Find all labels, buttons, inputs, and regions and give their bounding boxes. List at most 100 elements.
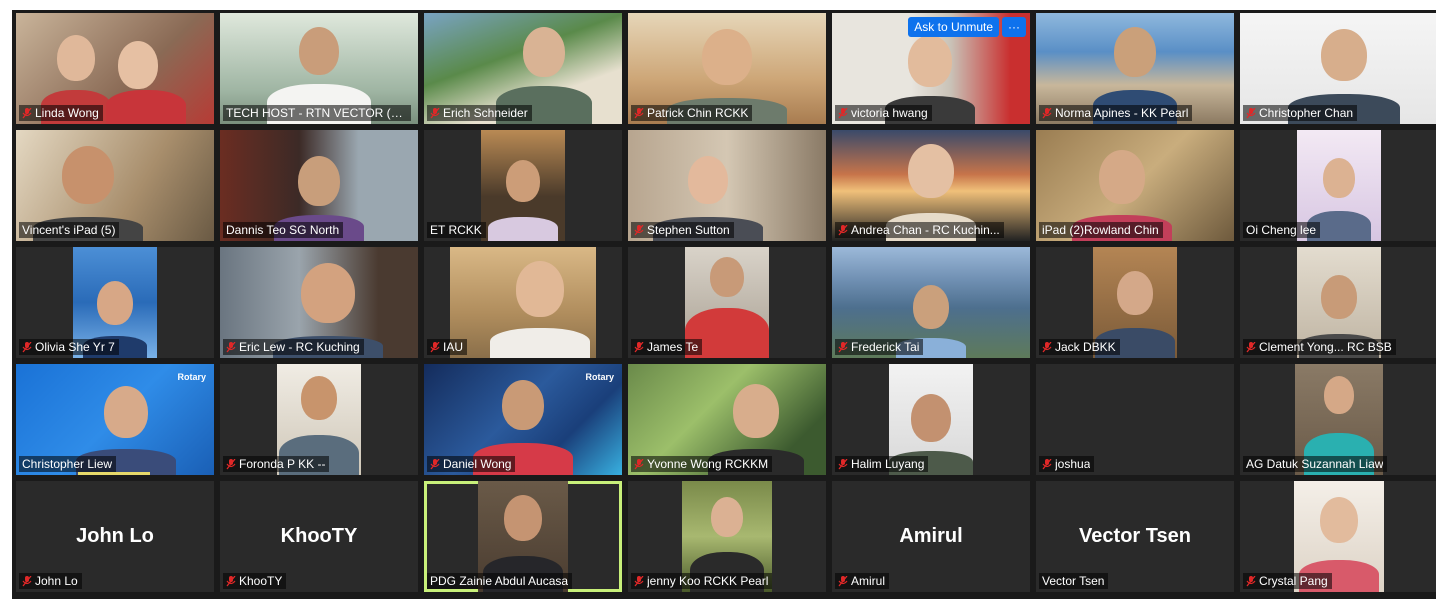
participant-name: Vector Tsen bbox=[1042, 574, 1105, 588]
more-options-button[interactable]: ··· bbox=[1002, 17, 1026, 37]
video-tile-suzannah-liaw[interactable]: AG Datuk Suzannah Liaw bbox=[1240, 364, 1436, 475]
participant-name: Patrick Chin RCKK bbox=[647, 106, 749, 120]
video-tile-dannis-teo[interactable]: Dannis Teo SG North bbox=[220, 130, 418, 241]
video-tile-zainie-aucasa[interactable]: PDG Zainie Abdul Aucasa bbox=[424, 481, 622, 592]
participant-name-tag: Vector Tsen bbox=[1039, 573, 1109, 589]
participant-name-tag: James Te bbox=[631, 339, 703, 355]
video-tile-iau[interactable]: IAU bbox=[424, 247, 622, 358]
video-tile-joshua[interactable]: joshua bbox=[1036, 364, 1234, 475]
participant-name: John Lo bbox=[35, 574, 78, 588]
participant-name-tag: Christopher Liew bbox=[19, 456, 117, 472]
participant-name-tag: jenny Koo RCKK Pearl bbox=[631, 573, 773, 589]
video-tile-christopher-liew[interactable]: Rotary Christopher Liew bbox=[16, 364, 214, 475]
video-tile-khooty[interactable]: KhooTY KhooTY bbox=[220, 481, 418, 592]
unmute-controls: Ask to Unmute ··· bbox=[908, 17, 1026, 37]
muted-mic-icon bbox=[22, 107, 32, 119]
video-tile-frederick-tai[interactable]: Frederick Tai bbox=[832, 247, 1030, 358]
participant-display-name: John Lo bbox=[76, 525, 154, 547]
video-tile-andrea-chan[interactable]: Andrea Chan - RC Kuchin... bbox=[832, 130, 1030, 241]
video-tile-yvonne-wong[interactable]: Yvonne Wong RCKKM bbox=[628, 364, 826, 475]
participant-name: Christopher Liew bbox=[22, 457, 113, 471]
participant-name: Andrea Chan - RC Kuchin... bbox=[851, 223, 1000, 237]
participant-name: Daniel Wong bbox=[443, 457, 512, 471]
muted-mic-icon bbox=[838, 341, 848, 353]
participant-name: Norma Apines - KK Pearl bbox=[1055, 106, 1189, 120]
participant-name-tag: Clement Yong... RC BSB bbox=[1243, 339, 1396, 355]
participant-name: Dannis Teo SG North bbox=[226, 223, 340, 237]
video-tile-vincent[interactable]: Vincent's iPad (5) bbox=[16, 130, 214, 241]
participant-name-tag: Foronda P KK -- bbox=[223, 456, 330, 472]
participant-name-tag: iPad (2)Rowland Chin bbox=[1039, 222, 1163, 238]
video-tile-clement-yong[interactable]: Clement Yong... RC BSB bbox=[1240, 247, 1436, 358]
video-tile-et-rckk[interactable]: ET RCKK bbox=[424, 130, 622, 241]
video-tile-tech-host[interactable]: TECH HOST - RTN VECTOR (R... bbox=[220, 13, 418, 124]
video-tile-amirul[interactable]: Amirul Amirul bbox=[832, 481, 1030, 592]
participant-name-tag: Jack DBKK bbox=[1039, 339, 1120, 355]
video-tile-victoria-hwang[interactable]: Ask to Unmute ··· victoria hwang bbox=[832, 13, 1030, 124]
participant-name-tag: Linda Wong bbox=[19, 105, 103, 121]
muted-mic-icon bbox=[1042, 107, 1052, 119]
participant-name-tag: Christopher Chan bbox=[1243, 105, 1358, 121]
muted-mic-icon bbox=[1042, 341, 1052, 353]
muted-mic-icon bbox=[1246, 341, 1256, 353]
participant-name-tag: Vincent's iPad (5) bbox=[19, 222, 120, 238]
video-tile-james-te[interactable]: James Te bbox=[628, 247, 826, 358]
video-tile-oi-cheng-lee[interactable]: Oi Cheng lee bbox=[1240, 130, 1436, 241]
participant-name-tag: KhooTY bbox=[223, 573, 287, 589]
video-tile-christopher-chan[interactable]: Christopher Chan bbox=[1240, 13, 1436, 124]
participant-display-name: Vector Tsen bbox=[1079, 525, 1191, 547]
participant-name-tag: Eric Lew - RC Kuching bbox=[223, 339, 364, 355]
participant-name-tag: Erich Schneider bbox=[427, 105, 532, 121]
participant-name: Erich Schneider bbox=[443, 106, 528, 120]
muted-mic-icon bbox=[226, 341, 236, 353]
participant-name-tag: TECH HOST - RTN VECTOR (R... bbox=[223, 105, 411, 121]
participant-name-tag: victoria hwang bbox=[835, 105, 932, 121]
participant-name: Oi Cheng lee bbox=[1246, 223, 1317, 237]
video-tile-foronda[interactable]: Foronda P KK -- bbox=[220, 364, 418, 475]
participant-name: Foronda P KK -- bbox=[239, 457, 326, 471]
participant-name-tag: Norma Apines - KK Pearl bbox=[1039, 105, 1193, 121]
participant-name-tag: Yvonne Wong RCKKM bbox=[631, 456, 773, 472]
video-tile-patrick-chin[interactable]: Patrick Chin RCKK bbox=[628, 13, 826, 124]
video-tile-halim-luyang[interactable]: Halim Luyang bbox=[832, 364, 1030, 475]
video-tile-vector-tsen[interactable]: Vector Tsen Vector Tsen bbox=[1036, 481, 1234, 592]
ask-to-unmute-button[interactable]: Ask to Unmute bbox=[908, 17, 999, 37]
video-tile-daniel-wong[interactable]: Rotary Daniel Wong bbox=[424, 364, 622, 475]
muted-mic-icon bbox=[430, 341, 440, 353]
video-tile-jack-dbkk[interactable]: Jack DBKK bbox=[1036, 247, 1234, 358]
muted-mic-icon bbox=[226, 575, 236, 587]
video-tile-crystal-pang[interactable]: Crystal Pang bbox=[1240, 481, 1436, 592]
video-tile-erich-schneider[interactable]: Erich Schneider bbox=[424, 13, 622, 124]
participant-name: Linda Wong bbox=[35, 106, 99, 120]
video-tile-rowland-chin[interactable]: iPad (2)Rowland Chin bbox=[1036, 130, 1234, 241]
participant-name-tag: Amirul bbox=[835, 573, 890, 589]
rotary-logo: Rotary bbox=[585, 372, 614, 382]
participant-name-tag: ET RCKK bbox=[427, 222, 486, 238]
participant-name: Frederick Tai bbox=[851, 340, 920, 354]
participant-name-tag: Daniel Wong bbox=[427, 456, 516, 472]
video-tile-norma-apines[interactable]: Norma Apines - KK Pearl bbox=[1036, 13, 1234, 124]
participant-name: Vincent's iPad (5) bbox=[22, 223, 116, 237]
participant-name-tag: Halim Luyang bbox=[835, 456, 929, 472]
video-tile-linda-wong[interactable]: Linda Wong bbox=[16, 13, 214, 124]
muted-mic-icon bbox=[634, 107, 644, 119]
participant-name-tag: AG Datuk Suzannah Liaw bbox=[1243, 456, 1388, 472]
active-indicator bbox=[78, 472, 150, 475]
participant-name-tag: Dannis Teo SG North bbox=[223, 222, 344, 238]
participant-name-tag: joshua bbox=[1039, 456, 1095, 472]
participant-name-tag: Olivia She Yr 7 bbox=[19, 339, 119, 355]
muted-mic-icon bbox=[838, 458, 848, 470]
video-tile-stephen-sutton[interactable]: Stephen Sutton bbox=[628, 130, 826, 241]
participant-name: James Te bbox=[647, 340, 699, 354]
video-tile-john-lo[interactable]: John Lo John Lo bbox=[16, 481, 214, 592]
participant-name: jenny Koo RCKK Pearl bbox=[647, 574, 769, 588]
participant-display-name: KhooTY bbox=[280, 525, 358, 547]
participant-name: Stephen Sutton bbox=[647, 223, 730, 237]
video-tile-olivia-she[interactable]: Olivia She Yr 7 bbox=[16, 247, 214, 358]
video-tile-jenny-koo[interactable]: jenny Koo RCKK Pearl bbox=[628, 481, 826, 592]
participant-name-tag: IAU bbox=[427, 339, 468, 355]
participant-name: KhooTY bbox=[239, 574, 283, 588]
participant-name-tag: PDG Zainie Abdul Aucasa bbox=[427, 573, 573, 589]
video-tile-eric-lew[interactable]: Eric Lew - RC Kuching bbox=[220, 247, 418, 358]
participant-name-tag: Patrick Chin RCKK bbox=[631, 105, 753, 121]
